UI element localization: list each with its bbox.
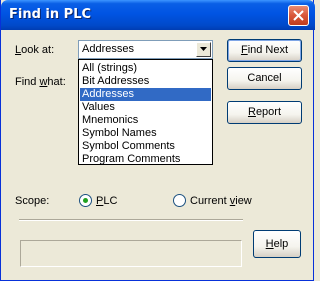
dropdown-option[interactable]: Values — [80, 101, 211, 114]
radio-selected-dot — [83, 198, 88, 203]
cancel-button[interactable]: Cancel — [227, 67, 302, 90]
look-at-combobox[interactable]: Addresses — [78, 40, 213, 59]
dropdown-option-selected[interactable]: Addresses — [80, 88, 211, 101]
look-at-label: Look at: — [15, 44, 55, 56]
status-box — [20, 240, 242, 267]
scope-current-view-label[interactable]: Current view — [190, 195, 252, 207]
look-at-value: Addresses — [82, 43, 134, 55]
chevron-down-icon — [200, 47, 207, 51]
find-what-label: Find what: — [15, 76, 66, 88]
scope-current-view-radio[interactable] — [173, 194, 186, 207]
close-x-icon — [293, 10, 304, 21]
scope-plc-radio[interactable] — [79, 194, 92, 207]
dropdown-option[interactable]: Program Comments — [80, 153, 211, 166]
dropdown-option[interactable]: Mnemonics — [80, 114, 211, 127]
find-in-plc-dialog: Find in PLC Look at: Addresses Find what… — [0, 0, 315, 281]
help-button[interactable]: Help — [253, 230, 301, 258]
dropdown-option[interactable]: Symbol Names — [80, 127, 211, 140]
separator — [19, 219, 243, 221]
close-button[interactable] — [288, 5, 309, 26]
look-at-dropdown-button[interactable] — [196, 42, 211, 57]
dropdown-option[interactable]: Symbol Comments — [80, 140, 211, 153]
find-next-button[interactable]: Find Next — [227, 39, 302, 62]
report-button[interactable]: Report — [227, 101, 302, 124]
scope-label: Scope: — [15, 195, 50, 207]
dropdown-option[interactable]: All (strings) — [80, 62, 211, 75]
title-bar[interactable]: Find in PLC — [1, 0, 315, 30]
window-title: Find in PLC — [9, 7, 92, 22]
dropdown-option[interactable]: Bit Addresses — [80, 75, 211, 88]
look-at-dropdown-list[interactable]: All (strings) Bit Addresses Addresses Va… — [78, 59, 213, 165]
scope-plc-label[interactable]: PLC — [96, 195, 117, 207]
